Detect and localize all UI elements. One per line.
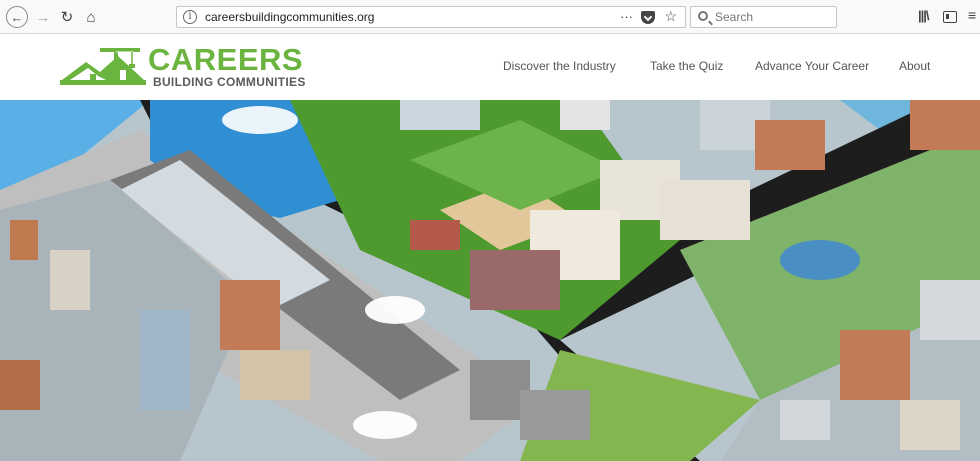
crane-logo-icon [60,48,146,85]
star-icon[interactable]: ☆ [664,8,677,25]
search-input[interactable] [715,9,830,25]
isometric-city-illustration [0,100,980,461]
cloud-icon [222,106,298,134]
cloud-icon [365,296,425,324]
nav-about[interactable]: About [899,59,930,73]
search-icon [698,11,708,21]
url-text[interactable]: careersbuildingcommunities.org [205,10,374,24]
back-arrow-icon[interactable]: ← [6,6,28,28]
cloud-icon [353,411,417,439]
forward-arrow-icon[interactable]: → [32,6,54,28]
site-logo[interactable]: CAREERS BUILDING COMMUNITIES [60,42,305,90]
more-dots-icon[interactable]: ··· [620,9,633,24]
site-header: CAREERS BUILDING COMMUNITIES Discover th… [0,34,980,100]
nav-take-the-quiz[interactable]: Take the Quiz [650,59,723,73]
nav-advance-your-career[interactable]: Advance Your Career [755,59,869,73]
library-icon[interactable]: |||\ [918,8,929,23]
hero-banner [0,100,980,461]
logo-title: CAREERS [148,42,304,77]
logo-subtitle: BUILDING COMMUNITIES [153,75,306,89]
browser-toolbar: ← → ↻ ⌂ i careersbuildingcommunities.org… [0,0,980,34]
nav-discover-the-industry[interactable]: Discover the Industry [503,59,616,73]
sidebar-icon[interactable] [943,11,957,23]
reload-icon[interactable]: ↻ [56,6,78,28]
url-bar[interactable]: i careersbuildingcommunities.org ··· ☆ [176,6,686,28]
search-box[interactable] [690,6,837,28]
pocket-icon[interactable] [641,11,655,24]
info-icon[interactable]: i [183,10,197,24]
hamburger-icon[interactable]: ≡ [968,7,976,23]
home-icon[interactable]: ⌂ [80,6,102,28]
